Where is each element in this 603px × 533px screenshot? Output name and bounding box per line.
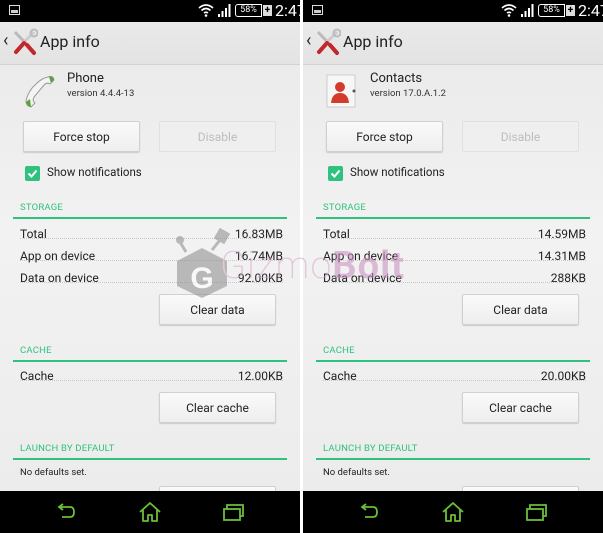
app-version: version 17.0.A.1.2 <box>370 88 446 99</box>
app-info-content[interactable]: Phone version 4.4.4-13 Force stop Disabl… <box>0 65 300 517</box>
checkmark-icon <box>330 169 341 178</box>
row-label: Data on device <box>20 271 99 285</box>
storage-row-data: Data on device 288KB <box>323 270 586 286</box>
chevron-left-icon[interactable]: ‹ <box>3 31 8 51</box>
charging-icon: + <box>263 5 272 16</box>
chevron-left-icon[interactable]: ‹ <box>306 31 311 51</box>
show-notifications-checkbox[interactable] <box>328 166 343 181</box>
clear-data-button[interactable]: Clear data <box>159 294 276 325</box>
recent-apps-icon[interactable] <box>222 501 246 523</box>
storage-divider <box>316 217 590 219</box>
image-notification-icon <box>312 5 323 15</box>
row-value: 16.74MB <box>234 249 283 263</box>
charging-icon: + <box>566 5 575 16</box>
launch-default-section-title: LAUNCH BY DEFAULT <box>20 443 115 454</box>
app-info-screen-phone: 58% + 2:47 ‹ App info Phone version 4.4.… <box>0 0 300 533</box>
row-value: 12.00KB <box>237 369 283 383</box>
home-icon[interactable] <box>138 501 162 523</box>
action-bar: ‹ App info <box>303 22 603 65</box>
page-title: App info <box>343 32 403 51</box>
settings-tools-icon[interactable] <box>12 28 38 56</box>
phone-handset-icon <box>22 73 56 109</box>
launch-default-divider <box>13 458 287 460</box>
navigation-bar <box>303 491 603 533</box>
cache-row: Cache 20.00KB <box>323 368 586 384</box>
cache-section-title: CACHE <box>20 345 52 356</box>
row-label: Total <box>20 227 47 241</box>
storage-divider <box>13 217 287 219</box>
row-value: 14.59MB <box>537 227 586 241</box>
storage-section-title: STORAGE <box>323 202 366 213</box>
force-stop-button[interactable]: Force stop <box>326 121 443 152</box>
disable-button: Disable <box>462 121 579 152</box>
recent-apps-icon[interactable] <box>525 501 549 523</box>
clear-cache-button[interactable]: Clear cache <box>159 392 276 423</box>
row-label: Cache <box>323 369 357 383</box>
row-value: 92.00KB <box>237 271 283 285</box>
app-version: version 4.4.4-13 <box>67 88 135 99</box>
disable-button: Disable <box>159 121 276 152</box>
cache-section-title: CACHE <box>323 345 355 356</box>
show-notifications-checkbox[interactable] <box>25 166 40 181</box>
status-bar: 58% + 2:47 <box>0 0 300 22</box>
app-info-content[interactable]: Contacts version 17.0.A.1.2 Force stop D… <box>303 65 603 517</box>
row-label: App on device <box>20 249 96 263</box>
back-icon[interactable] <box>358 501 382 523</box>
launch-default-divider <box>316 458 590 460</box>
storage-row-data: Data on device 92.00KB <box>20 270 283 286</box>
row-value: 14.31MB <box>537 249 586 263</box>
storage-row-total: Total 14.59MB <box>323 226 586 242</box>
battery-percent: 58% <box>240 5 257 15</box>
navigation-bar <box>0 491 300 533</box>
signal-icon <box>218 4 231 17</box>
checkmark-icon <box>27 169 38 178</box>
clock: 2:47 <box>578 1 603 20</box>
image-notification-icon <box>9 5 20 15</box>
app-name: Contacts <box>370 71 423 86</box>
clock: 2:47 <box>275 1 300 20</box>
home-icon[interactable] <box>441 501 465 523</box>
app-info-screen-contacts: 58% + 2:47 ‹ App info Contacts version 1… <box>303 0 603 533</box>
cache-divider <box>316 360 590 362</box>
no-defaults-text: No defaults set. <box>323 467 390 478</box>
app-name: Phone <box>67 71 104 86</box>
cache-row: Cache 12.00KB <box>20 368 283 384</box>
wifi-icon <box>501 4 517 17</box>
wifi-icon <box>198 4 214 17</box>
row-label: Cache <box>20 369 54 383</box>
battery-icon: 58% <box>538 4 565 17</box>
status-bar: 58% + 2:47 <box>303 0 603 22</box>
clear-data-button[interactable]: Clear data <box>462 294 579 325</box>
battery-percent: 58% <box>543 5 560 15</box>
row-value: 20.00KB <box>540 369 586 383</box>
row-value: 16.83MB <box>234 227 283 241</box>
contacts-person-icon <box>325 73 359 109</box>
page-title: App info <box>40 32 100 51</box>
storage-section-title: STORAGE <box>20 202 63 213</box>
signal-icon <box>521 4 534 17</box>
storage-row-total: Total 16.83MB <box>20 226 283 242</box>
launch-default-section-title: LAUNCH BY DEFAULT <box>323 443 418 454</box>
cache-divider <box>13 360 287 362</box>
storage-row-app: App on device 16.74MB <box>20 248 283 264</box>
row-value: 288KB <box>550 271 586 285</box>
row-label: Data on device <box>323 271 402 285</box>
settings-tools-icon[interactable] <box>315 28 341 56</box>
clear-cache-button[interactable]: Clear cache <box>462 392 579 423</box>
show-notifications-label[interactable]: Show notifications <box>350 165 445 179</box>
back-icon[interactable] <box>55 501 79 523</box>
row-label: App on device <box>323 249 399 263</box>
battery-icon: 58% <box>235 4 262 17</box>
show-notifications-label[interactable]: Show notifications <box>47 165 142 179</box>
storage-row-app: App on device 14.31MB <box>323 248 586 264</box>
no-defaults-text: No defaults set. <box>20 467 87 478</box>
row-label: Total <box>323 227 350 241</box>
force-stop-button[interactable]: Force stop <box>23 121 140 152</box>
action-bar: ‹ App info <box>0 22 300 65</box>
